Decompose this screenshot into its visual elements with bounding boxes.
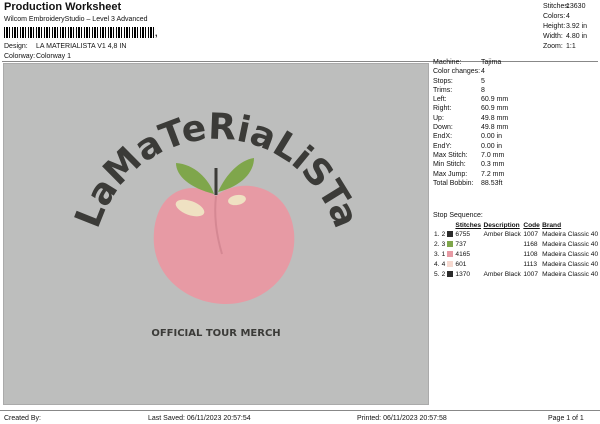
color-swatch <box>447 231 454 238</box>
footer-printed: Printed: 06/11/2023 20:57:58 <box>357 415 447 422</box>
prop-row: Stops: 5 <box>433 77 485 85</box>
color-swatch <box>447 241 454 248</box>
footer: Created By: Last Saved: 06/11/2023 20:57… <box>0 410 600 424</box>
prop-row: Down: 49.8 mm <box>433 124 509 132</box>
prop-row: Max Stitch: 7.0 mm <box>433 151 505 159</box>
color-swatch <box>447 251 454 258</box>
table-row: 2. 3 737 1168 Madeira Classic 40 <box>434 241 599 248</box>
footer-created: Created By: <box>4 415 41 422</box>
stat-width: Width: 4.80 in <box>543 33 588 40</box>
embroidery-preview: LaMaTeRiaLiSTa OFFICIAL TOUR MERCH <box>68 107 367 339</box>
barcode <box>4 27 154 38</box>
table-row: 1. 2 6755 Amber Black 1007 Madeira Class… <box>434 231 599 238</box>
prop-row: Right: 60.9 mm <box>433 105 509 113</box>
table-row: 5. 2 1370 Amber Black 1007 Madeira Class… <box>434 271 599 278</box>
prop-row: Up: 49.8 mm <box>433 114 509 122</box>
color-swatch <box>447 261 454 268</box>
software-name: Wilcom EmbroideryStudio – Level 3 Advanc… <box>4 16 148 23</box>
barcode-suffix: , <box>155 28 158 38</box>
design-stats: Stitches: 13630 Colors: 4 Height: 3.92 in W… <box>543 2 600 52</box>
prop-row: Min Stitch: 0.3 mm <box>433 161 505 169</box>
footer-page: Page 1 of 1 <box>548 415 584 422</box>
prop-row: Color changes: 4 <box>433 68 485 76</box>
prop-row: Total Bobbin: 88.53ft <box>433 179 503 187</box>
prop-row: EndX: 0.00 in <box>433 133 503 141</box>
stat-zoom: Zoom: 1:1 <box>543 43 576 50</box>
design-preview: LaMaTeRiaLiSTa OFFICIAL TOUR MERCH <box>3 63 429 405</box>
footer-saved: Last Saved: 06/11/2023 20:57:54 <box>148 415 251 422</box>
table-header-row: Stitches Description Code Brand <box>455 222 562 229</box>
stop-sequence-table: Stitches Description Code Brand 1. 2 675… <box>433 221 600 280</box>
prop-row: Machine: Tajima <box>433 59 502 66</box>
prop-row: Trims: 8 <box>433 86 485 94</box>
peach-icon <box>153 158 295 304</box>
page-title: Production Worksheet <box>4 1 122 13</box>
color-swatch <box>447 271 454 278</box>
stat-colors: Colors: 4 <box>543 13 570 20</box>
table-row: 3. 1 4165 1108 Madeira Classic 40 <box>434 251 599 258</box>
stop-sequence-title: Stop Sequence: <box>433 212 483 219</box>
stat-height: Height: 3.92 in <box>543 23 588 30</box>
meta-design: Design: LA MATERIALISTA V1 4,8 IN <box>4 43 127 50</box>
prop-row: Left: 60.9 mm <box>433 96 509 104</box>
table-row: 4. 4 601 1113 Madeira Classic 40 <box>434 261 599 268</box>
prop-row: Max Jump: 7.2 mm <box>433 170 505 178</box>
prop-row: EndY: 0.00 in <box>433 142 503 150</box>
design-meta: Design: LA MATERIALISTA V1 4,8 IN Colorwa… <box>4 42 126 62</box>
stat-stitches: Stitches: 13630 <box>543 3 586 10</box>
machine-properties: Machine: Tajima Color changes: 4 Stops: 5 T… <box>433 58 600 188</box>
tagline: OFFICIAL TOUR MERCH <box>151 328 280 339</box>
